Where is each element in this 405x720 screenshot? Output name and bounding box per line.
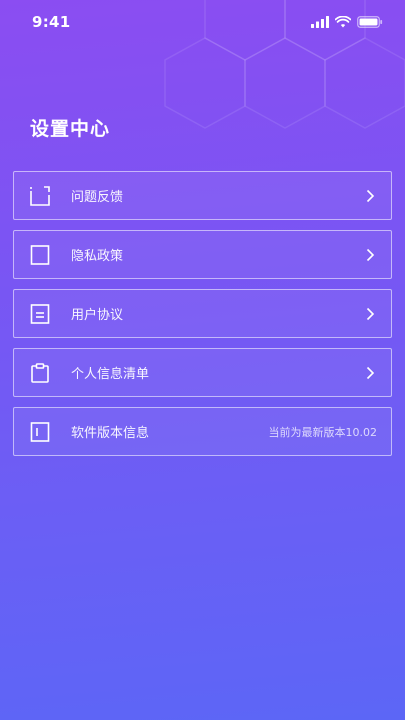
version-status-text: 当前为最新版本10.02 <box>268 425 378 439</box>
chevron-right-icon <box>363 248 377 262</box>
wifi-icon <box>335 16 351 28</box>
status-time: 9:41 <box>32 13 71 31</box>
menu-item-software-version[interactable]: 软件版本信息 当前为最新版本10.02 <box>13 407 392 456</box>
chevron-right-icon <box>363 189 377 203</box>
menu-item-label: 用户协议 <box>71 308 124 323</box>
page-title: 设置中心 <box>30 118 111 140</box>
menu-item-user-agreement[interactable]: 用户协议 <box>13 289 392 338</box>
settings-screen: 9:41 设置中心 问题反馈 隐私政策 用户协议 个人信息清单 软件版本信息 当… <box>0 0 405 720</box>
menu-item-feedback[interactable]: 问题反馈 <box>13 171 392 220</box>
menu-item-label: 软件版本信息 <box>71 426 150 441</box>
battery-icon <box>357 16 383 28</box>
menu-item-label: 个人信息清单 <box>71 367 150 382</box>
menu-item-label: 问题反馈 <box>71 190 124 205</box>
menu-item-personal-info-list[interactable]: 个人信息清单 <box>13 348 392 397</box>
chevron-right-icon <box>363 307 377 321</box>
status-icons <box>311 16 383 28</box>
chevron-right-icon <box>363 366 377 380</box>
privacy-icon <box>29 244 51 266</box>
signal-icon <box>311 16 329 28</box>
agreement-icon <box>29 303 51 325</box>
settings-menu: 问题反馈 隐私政策 用户协议 个人信息清单 软件版本信息 当前为最新版本10.0… <box>13 171 392 466</box>
menu-item-label: 隐私政策 <box>71 249 124 264</box>
menu-item-privacy-policy[interactable]: 隐私政策 <box>13 230 392 279</box>
version-icon <box>29 421 51 443</box>
clipboard-icon <box>29 362 51 384</box>
status-bar: 9:41 <box>0 0 405 44</box>
feedback-icon <box>29 185 51 207</box>
